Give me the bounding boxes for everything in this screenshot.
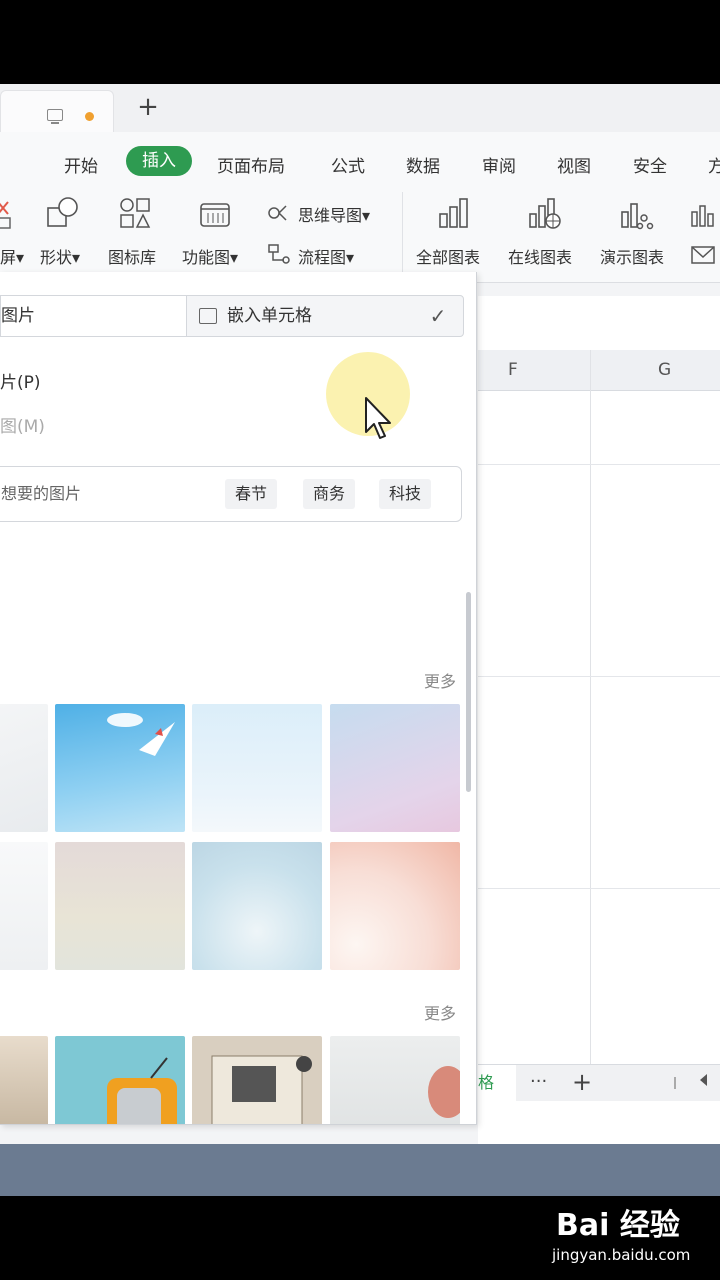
menu-home[interactable]: 开始 — [64, 152, 98, 177]
search-placeholder: 想要的图片 — [1, 484, 82, 503]
scroll-divider — [674, 1077, 676, 1089]
unsaved-dot-icon — [85, 112, 94, 121]
flowchart-label: 流程图 — [298, 248, 347, 267]
status-bar — [0, 1144, 720, 1196]
shape-button[interactable]: 形状▾ — [40, 244, 80, 268]
embed-in-cell-dropdown[interactable]: 嵌入单元格 ✓ — [186, 295, 464, 337]
mindmap-button[interactable]: 思维导图▾ — [298, 202, 370, 226]
dropdown-arrow-icon: ▾ — [362, 206, 371, 225]
picture-thumbnail[interactable] — [55, 842, 185, 970]
menu-security[interactable]: 安全 — [633, 152, 667, 177]
picture-thumbnail[interactable] — [55, 1036, 185, 1124]
picture-thumbnail[interactable] — [330, 1036, 460, 1124]
tag-business[interactable]: 商务 — [303, 479, 356, 509]
embed-cell-icon — [199, 308, 217, 324]
picture-thumbnail[interactable] — [0, 1036, 48, 1124]
mindmap-label: 思维导图 — [298, 206, 363, 225]
retro-tv-icon — [107, 1057, 177, 1124]
tag-technology[interactable]: 科技 — [379, 479, 432, 509]
check-icon[interactable]: ✓ — [423, 296, 453, 336]
picture-thumbnail[interactable] — [55, 704, 185, 832]
function-chart-icon — [200, 203, 230, 227]
app-window: + 开始 插入 页面布局 公式 数据 审阅 视图 安全 方 屏▾ 形状▾ 图标库… — [0, 84, 720, 1196]
menu-more[interactable]: 方 — [708, 152, 720, 177]
flowchart-button[interactable]: 流程图▾ — [298, 244, 354, 268]
watermark-url: jingyan.baidu.com — [552, 1246, 691, 1264]
menu-formula[interactable]: 公式 — [331, 152, 365, 177]
sheet-tab-bar: 格 ··· + — [478, 1064, 720, 1101]
dropdown-arrow-icon: ▾ — [16, 248, 25, 267]
menu-view[interactable]: 视图 — [557, 152, 591, 177]
worksheet-grid[interactable] — [478, 296, 720, 1156]
dropdown-arrow-icon: ▾ — [346, 248, 355, 267]
icon-library-icon — [120, 198, 151, 228]
baidu-jingyan-logo: Bai 经验 — [556, 1208, 680, 1243]
balloon-icon — [428, 1066, 460, 1118]
menu-page-layout[interactable]: 页面布局 — [217, 152, 285, 177]
add-sheet-button[interactable]: + — [572, 1065, 592, 1099]
grid-line — [478, 676, 720, 677]
tag-spring-festival[interactable]: 春节 — [225, 479, 278, 509]
online-charts-icon — [529, 198, 561, 229]
mouse-pointer-icon — [365, 397, 391, 439]
embed-in-cell-label: 嵌入单元格 — [227, 306, 312, 326]
picture-thumbnail[interactable] — [330, 842, 460, 970]
picture-thumbnail[interactable] — [192, 1036, 322, 1124]
picture-mode-tab[interactable]: 图片 — [0, 295, 187, 337]
icon-library-button[interactable]: 图标库 — [108, 244, 156, 268]
function-chart-button[interactable]: 功能图▾ — [182, 244, 238, 268]
panel-scrollbar[interactable] — [466, 592, 471, 792]
screen-label: 屏 — [0, 248, 17, 267]
vintage-photo-icon — [211, 1055, 312, 1124]
shape-label: 形状 — [40, 248, 73, 267]
function-chart-label: 功能图 — [182, 248, 231, 267]
document-tab[interactable] — [0, 90, 114, 133]
grid-line — [590, 350, 591, 1064]
online-charts-button[interactable]: 在线图表 — [508, 244, 572, 268]
more-link-2[interactable]: 更多 — [424, 1000, 456, 1024]
column-header-g[interactable]: G — [658, 360, 671, 380]
grid-line — [478, 464, 720, 465]
demo-charts-button[interactable]: 演示图表 — [600, 244, 664, 268]
picture-thumbnail[interactable] — [0, 704, 48, 832]
mail-icon[interactable] — [690, 244, 716, 266]
column-header-f[interactable]: F — [508, 360, 518, 380]
menu-data[interactable]: 数据 — [406, 152, 440, 177]
picture-thumbnail[interactable] — [0, 842, 48, 970]
menu-review[interactable]: 审阅 — [482, 152, 516, 177]
ribbon-separator — [402, 192, 403, 276]
dropdown-arrow-icon: ▾ — [230, 248, 239, 267]
scroll-left-icon[interactable] — [700, 1074, 707, 1086]
screenshot-icon — [0, 201, 11, 229]
picture-thumbnail[interactable] — [192, 842, 322, 970]
all-charts-button[interactable]: 全部图表 — [416, 244, 480, 268]
shape-icon — [47, 197, 78, 227]
sheet-tab[interactable]: 格 — [478, 1065, 516, 1101]
menu-insert[interactable]: 插入 — [126, 146, 192, 176]
flowchart-icon — [268, 244, 290, 264]
screen-button[interactable]: 屏▾ — [0, 244, 24, 268]
tab-bar: + — [0, 84, 720, 133]
picture-thumbnail[interactable] — [330, 704, 460, 832]
bar-chart-small-icon — [691, 205, 714, 227]
paper-plane-icon — [107, 713, 175, 756]
ribbon-toolbar — [0, 186, 720, 283]
sheet-more-button[interactable]: ··· — [530, 1065, 547, 1099]
more-link-1[interactable]: 更多 — [424, 668, 456, 692]
monitor-icon — [47, 109, 63, 124]
all-charts-icon — [439, 198, 468, 228]
new-tab-button[interactable]: + — [135, 94, 161, 120]
picture-search-box[interactable]: 想要的图片 春节 商务 科技 — [0, 466, 462, 522]
grid-line — [478, 888, 720, 889]
demo-charts-icon — [621, 203, 654, 230]
dropdown-arrow-icon: ▾ — [72, 248, 81, 267]
local-picture-option[interactable]: 片(P) — [0, 368, 41, 393]
mindmap-icon — [268, 205, 287, 221]
picture-option-disabled: 图(M) — [0, 417, 45, 437]
picture-thumbnail[interactable] — [192, 704, 322, 832]
